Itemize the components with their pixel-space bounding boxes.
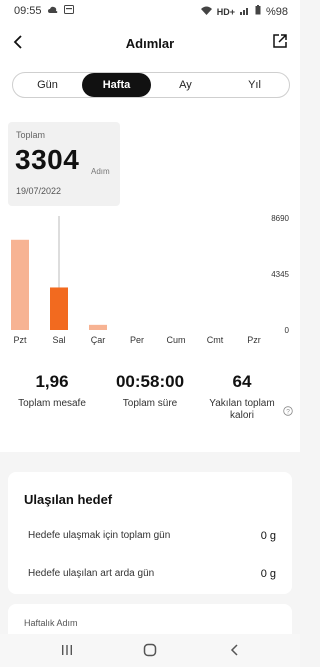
- stat-duration-value: 00:58:00: [115, 372, 185, 391]
- status-bar: 09:55 HD+ %98: [0, 0, 300, 22]
- bar-Pzt[interactable]: [11, 239, 29, 330]
- share-icon[interactable]: [272, 33, 288, 49]
- system-nav-bar: [0, 634, 300, 667]
- stat-distance: 1,96 Toplam mesafe: [2, 372, 102, 410]
- bar-Sal[interactable]: [50, 287, 68, 330]
- info-icon[interactable]: ?: [283, 403, 293, 421]
- goal-card: Ulaşılan hedef Hedefe ulaşmak için topla…: [8, 472, 292, 594]
- summary-label: Toplam: [16, 130, 46, 140]
- tab-week[interactable]: Hafta: [82, 73, 151, 97]
- bar-Çar[interactable]: [89, 324, 107, 330]
- summary-unit: Adım: [91, 167, 110, 176]
- goal-row-value: 0 g: [260, 568, 276, 580]
- goal-row-label: Hedefe ulaşmak için toplam gün: [28, 530, 171, 541]
- x-tick-label: Çar: [91, 335, 106, 345]
- weekly-steps-chart: 8690 4345 0 Pzt Sal Çar Per Cum Cmt Pzr: [11, 214, 290, 345]
- goal-row: Hedefe ulaşılan art arda gün 0 g: [28, 568, 276, 580]
- stat-distance-value: 1,96: [35, 372, 69, 391]
- y-tick-label: 8690: [271, 214, 289, 223]
- stat-calories-label: Yakılan toplam kalori: [209, 398, 275, 421]
- battery-level: %98: [265, 5, 288, 18]
- x-tick-label: Pzt: [13, 335, 27, 345]
- weekly-steps-card: Haftalık Adım: [8, 604, 292, 634]
- x-tick-label: Cum: [166, 335, 185, 345]
- network-type: HD+: [216, 6, 235, 17]
- x-tick-label: Pzr: [247, 335, 261, 345]
- tab-day[interactable]: Gün: [13, 73, 82, 97]
- wifi-icon: [200, 6, 212, 18]
- goal-row: Hedefe ulaşmak için toplam gün 0 g: [28, 530, 276, 542]
- back-icon[interactable]: [228, 643, 242, 662]
- cloud-icon: [47, 5, 58, 17]
- goal-title: Ulaşılan hedef: [24, 492, 113, 507]
- summary-value: 3304: [15, 144, 80, 175]
- y-tick-label: 0: [285, 326, 290, 335]
- status-time: 09:55: [14, 5, 42, 17]
- stat-calories-value: 64: [232, 372, 252, 391]
- summary-date: 19/07/2022: [16, 186, 62, 196]
- tab-month[interactable]: Ay: [151, 73, 220, 97]
- stat-distance-label: Toplam mesafe: [18, 398, 86, 409]
- y-tick-label: 4345: [271, 270, 289, 279]
- recent-apps-icon[interactable]: [60, 643, 74, 662]
- home-icon[interactable]: [143, 643, 157, 662]
- goal-row-value: 0 g: [260, 530, 276, 542]
- page-title: Adımlar: [125, 36, 175, 51]
- tab-year[interactable]: Yıl: [220, 73, 289, 97]
- battery-icon: [255, 5, 261, 18]
- stat-calories: 64 Yakılan toplam kalori: [196, 372, 288, 422]
- svg-text:?: ?: [286, 408, 290, 415]
- x-tick-label: Per: [130, 335, 144, 345]
- weekly-steps-label: Haftalık Adım: [24, 618, 78, 628]
- summary-card: Toplam 3304 Adım 19/07/2022: [8, 122, 120, 206]
- notification-icon: [63, 5, 74, 17]
- x-tick-label: Cmt: [207, 335, 224, 345]
- stat-duration: 00:58:00 Toplam süre: [100, 372, 200, 410]
- stat-duration-label: Toplam süre: [122, 398, 178, 409]
- goal-row-label: Hedefe ulaşılan art arda gün: [28, 568, 155, 579]
- x-tick-label: Sal: [52, 335, 65, 345]
- period-tabs: Gün Hafta Ay Yıl: [12, 72, 290, 98]
- signal-icon: [239, 6, 250, 18]
